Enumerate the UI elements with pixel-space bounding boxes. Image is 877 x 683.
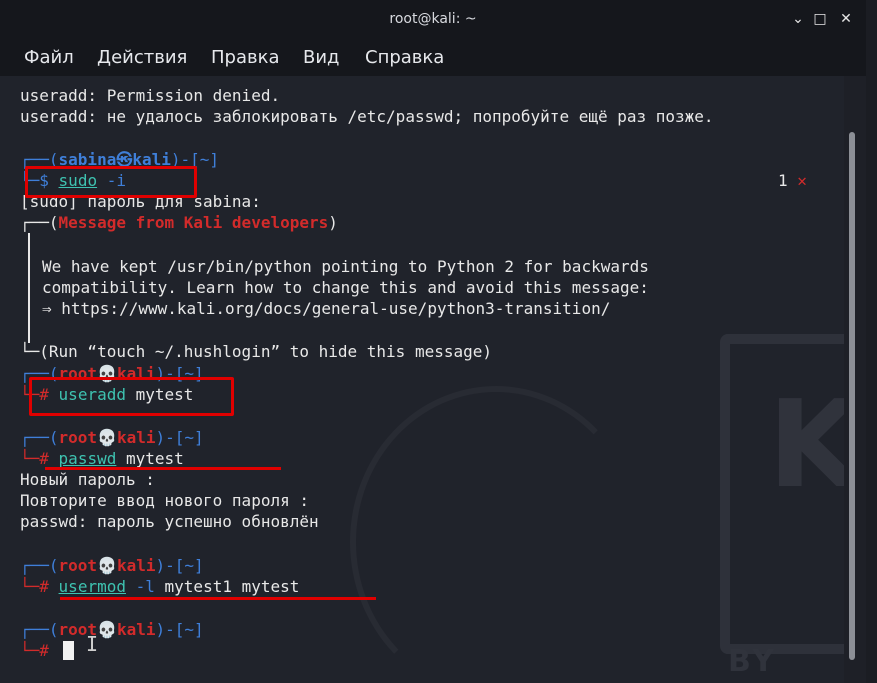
menu-view[interactable]: Вид (303, 47, 340, 68)
prompt-header: ┌──(root💀kali)-[~] (20, 428, 204, 448)
message-line: compatibility. Learn how to change this … (42, 278, 649, 297)
maximize-button[interactable]: □ (810, 9, 830, 29)
text-cursor (63, 641, 74, 660)
command-flag: -l (135, 577, 155, 596)
highlight-underline-usermod (60, 597, 376, 600)
message-line: We have kept /usr/bin/python pointing to… (42, 257, 649, 276)
menu-help[interactable]: Справка (365, 47, 444, 68)
command-line: └─# passwd mytest (20, 449, 184, 469)
prompt-marker: └─# (20, 641, 49, 660)
prompt-marker: └─# (20, 577, 49, 596)
menu-edit[interactable]: Правка (211, 47, 280, 68)
window-title: root@kali: ~ (389, 11, 477, 27)
dragon-watermark (350, 386, 642, 683)
prompt-corner: ┌──( (20, 428, 59, 447)
output-line: Новый пароль : (20, 470, 155, 489)
message-corner: ┌──( (20, 213, 59, 232)
kali-logo-letter: K (768, 376, 844, 515)
prompt-path: )-[~] (155, 556, 204, 575)
highlight-box-sudo (25, 166, 197, 198)
kali-logo-text: BY OFFE (728, 644, 824, 683)
mouse-ibeam-icon: I (86, 632, 99, 656)
desktop-edge (866, 0, 877, 683)
command-name: usermod (58, 577, 126, 596)
message-footer: └─(Run “touch ~/.hushlogin” to hide this… (20, 342, 493, 361)
highlight-box-useradd (29, 377, 234, 416)
exit-status-badge: 1 ✕ (778, 171, 807, 191)
prompt-host: kali (116, 620, 156, 639)
prompt-header: ┌──(root💀kali)-[~] (20, 556, 204, 576)
prompt-host: kali (116, 556, 156, 575)
menu-actions[interactable]: Действия (97, 47, 187, 68)
prompt-user: root (58, 428, 98, 447)
command-line: └─# (20, 641, 49, 661)
command-line: └─# usermod -l mytest1 mytest (20, 577, 299, 597)
scrollbar-thumb[interactable] (849, 132, 855, 660)
output-line: passwd: пароль успешно обновлён (20, 512, 319, 531)
prompt-header: ┌──(root💀kali)-[~] (20, 620, 204, 640)
prompt-path: )-[~] (155, 620, 204, 639)
prompt-corner: ┌──( (20, 556, 59, 575)
output-line: useradd: Permission denied. (20, 86, 281, 105)
skull-icon: 💀 (97, 556, 117, 575)
skull-icon: 💀 (97, 620, 117, 639)
menu-bar: Файл Действия Правка Вид Справка (0, 38, 866, 76)
close-button[interactable]: ✕ (836, 9, 856, 29)
exit-status-count: 1 (778, 171, 788, 190)
message-frame (28, 233, 30, 343)
highlight-underline-passwd (45, 467, 281, 470)
message-link[interactable]: ⇒ https://www.kali.org/docs/general-use/… (42, 299, 610, 319)
menu-file[interactable]: Файл (24, 47, 74, 68)
prompt-user: root (58, 556, 98, 575)
output-line: useradd: не удалось заблокировать /etc/p… (20, 107, 714, 126)
prompt-corner: ┌──( (20, 620, 59, 639)
prompt-host: kali (116, 428, 156, 447)
message-title: Message from Kali developers (58, 213, 329, 232)
command-arg: mytest (125, 449, 184, 468)
minimize-button[interactable]: ⌄ (788, 9, 808, 29)
skull-icon: 💀 (97, 428, 117, 447)
command-arg: mytest1 mytest (164, 577, 300, 596)
output-line: Повторите ввод нового пароля : (20, 491, 309, 510)
exit-status-icon: ✕ (797, 171, 807, 190)
message-close: ) (328, 213, 338, 232)
title-bar[interactable]: root@kali: ~ ⌄ □ ✕ (0, 0, 866, 38)
message-header: ┌──(Message from Kali developers) (20, 213, 338, 233)
prompt-path: )-[~] (155, 428, 204, 447)
prompt-marker: └─# (20, 449, 49, 468)
command-name: passwd (58, 449, 117, 468)
